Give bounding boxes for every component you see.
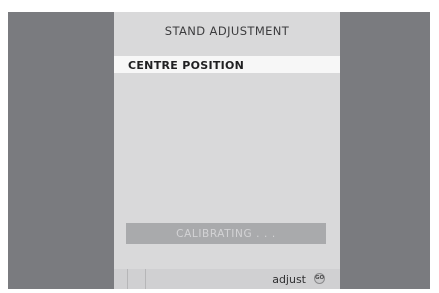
footer-segment: [114, 269, 128, 289]
adjust-hint: adjust: [272, 273, 306, 286]
footer-segment: [128, 269, 146, 289]
menu-footer: adjust GO: [114, 269, 340, 289]
menu-panel: STAND ADJUSTMENT CENTRE POSITION CALIBRA…: [114, 12, 340, 289]
menu-item-centre-position[interactable]: CENTRE POSITION: [114, 56, 340, 73]
menu-title: STAND ADJUSTMENT: [164, 24, 290, 38]
go-button-icon[interactable]: GO: [314, 273, 325, 284]
calibration-status-text: CALIBRATING . . .: [176, 228, 276, 240]
calibration-status-bar: CALIBRATING . . .: [126, 223, 326, 244]
menu-item-label: CENTRE POSITION: [128, 59, 245, 72]
